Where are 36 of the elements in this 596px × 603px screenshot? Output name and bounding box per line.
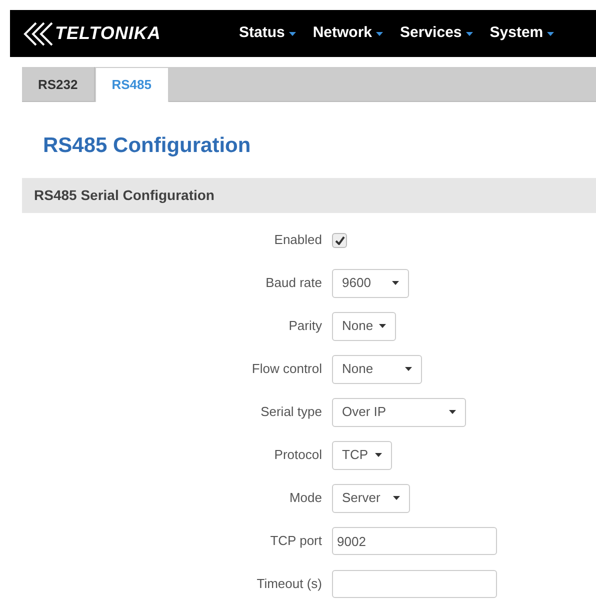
field-label: Serial type xyxy=(260,403,323,422)
field-label: Mode xyxy=(288,489,323,508)
menu-item[interactable]: Network xyxy=(312,22,384,45)
logo-icon xyxy=(22,20,54,46)
menu-item[interactable]: System xyxy=(490,22,554,45)
field-label: TCP port xyxy=(269,532,323,550)
input-field[interactable]: 9002 xyxy=(332,527,497,555)
field-label: Baud rate xyxy=(264,274,323,292)
field-label: Enabled xyxy=(273,231,323,250)
dropdown[interactable]: None xyxy=(332,354,422,384)
caret-icon xyxy=(375,453,382,457)
caret-icon xyxy=(376,32,384,36)
caret-icon xyxy=(379,324,386,328)
page-title: RS485 Configuration xyxy=(43,133,252,159)
caret-icon xyxy=(449,410,456,414)
caret-icon xyxy=(466,32,473,36)
field-label: Protocol xyxy=(273,446,323,464)
caret-icon xyxy=(405,367,412,371)
menu-item[interactable]: Status xyxy=(239,22,296,45)
section-title: RS485 Serial Configuration xyxy=(34,186,214,205)
dropdown[interactable]: Server xyxy=(332,484,410,512)
dropdown[interactable]: 9600 xyxy=(332,268,409,298)
caret-icon xyxy=(288,32,296,36)
checkbox[interactable] xyxy=(332,232,347,248)
caret-icon xyxy=(392,281,399,285)
caret-icon xyxy=(393,496,400,500)
input-field[interactable] xyxy=(332,570,497,598)
field-label: Parity xyxy=(288,317,323,336)
field-label: Flow control xyxy=(250,360,323,378)
dropdown[interactable]: None xyxy=(332,312,396,340)
dropdown[interactable]: TCP xyxy=(332,440,392,470)
field-label: Timeout (s) xyxy=(256,575,323,594)
logo-text: TELTONIKA xyxy=(55,22,161,45)
caret-icon xyxy=(547,32,554,36)
menu-item[interactable]: Services xyxy=(400,22,473,45)
dropdown[interactable]: Over IP xyxy=(332,398,466,426)
